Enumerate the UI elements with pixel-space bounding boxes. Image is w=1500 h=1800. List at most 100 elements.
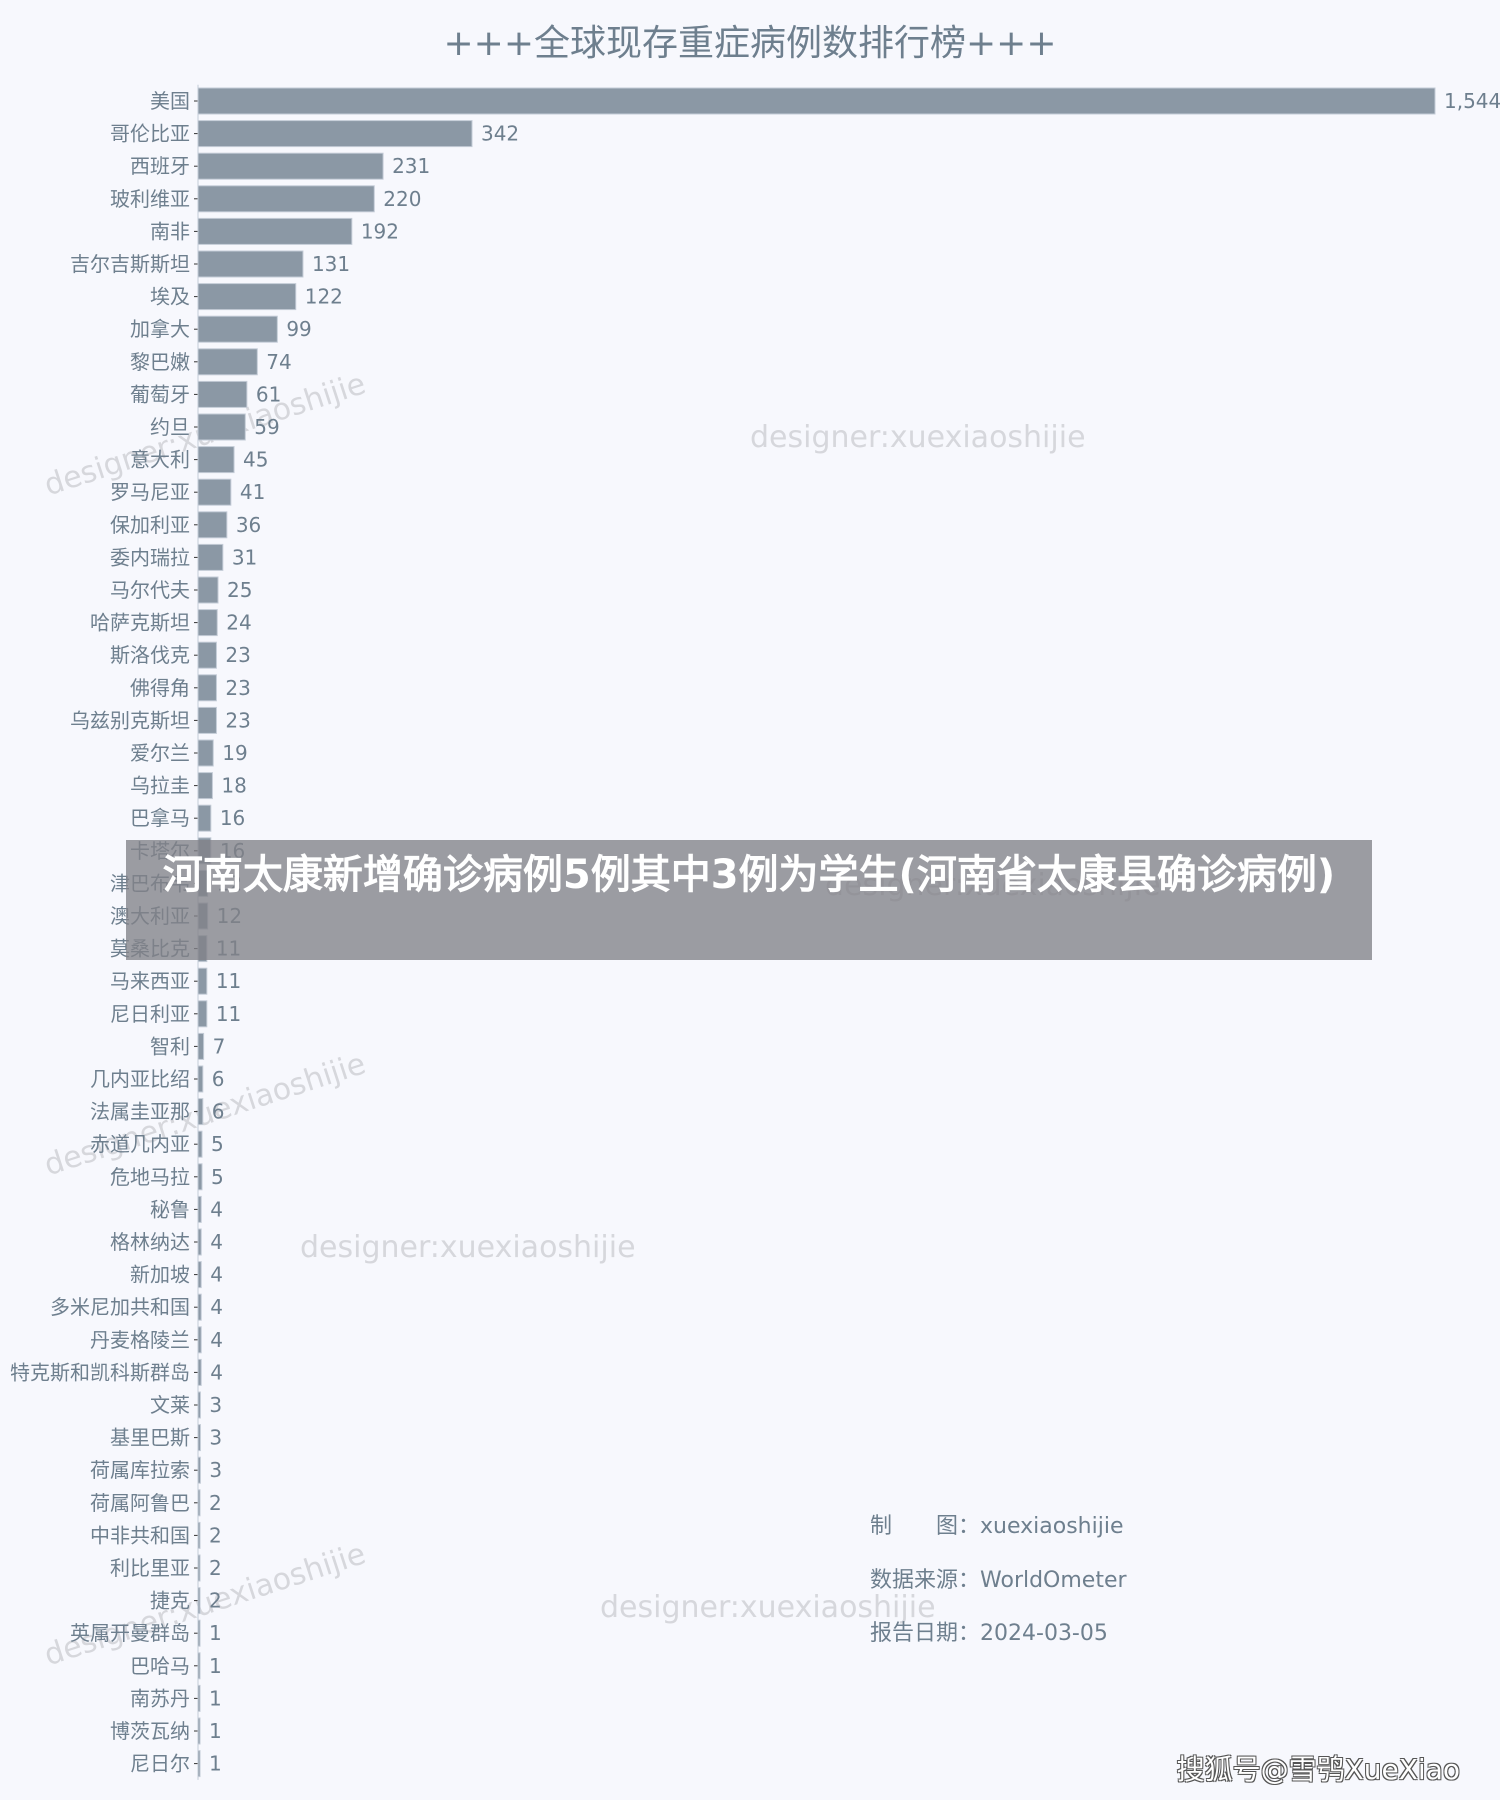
maker-label: 制 图： [870,1514,981,1539]
value-label: 2 [209,1589,222,1613]
category-label: 几内亚比绍 [90,1067,190,1091]
source-label: 数据来源： [870,1568,981,1593]
value-label: 36 [236,513,261,537]
value-label: 5 [211,1132,224,1156]
category-label: 黎巴嫩 [130,350,190,374]
value-label: 6 [212,1100,225,1124]
value-label: 1,544 [1444,89,1500,113]
value-label: 220 [383,187,421,211]
category-label: 乌兹别克斯坦 [70,708,190,732]
bar [197,706,217,734]
value-label: 192 [361,219,399,243]
bar [197,348,258,376]
bar [197,1163,203,1191]
bar [197,87,1436,115]
value-label: 4 [210,1263,223,1287]
category-label: 英属开曼群岛 [70,1621,190,1645]
category-label: 尼日利亚 [110,1002,190,1026]
bar [197,152,384,180]
category-label: 特克斯和凯科斯群岛 [10,1360,190,1384]
bar [197,641,217,669]
value-label: 24 [226,611,251,635]
category-label: 马来西亚 [110,969,190,993]
bar [197,609,218,637]
value-label: 1 [209,1752,222,1776]
category-label: 南非 [150,219,190,243]
value-label: 131 [312,252,350,276]
value-label: 99 [286,317,311,341]
category-label: 葡萄牙 [130,382,190,406]
bar [197,185,375,213]
bar [197,120,473,148]
category-label: 博茨瓦纳 [110,1719,190,1743]
category-label: 哥伦比亚 [110,122,190,146]
date-label: 报告日期： [870,1621,981,1646]
category-label: 吉尔吉斯斯坦 [70,252,190,276]
value-label: 18 [221,774,246,798]
date-value: 2024-03-05 [980,1621,1108,1646]
value-label: 231 [392,154,430,178]
category-label: 委内瑞拉 [110,545,190,569]
bar [197,1000,208,1028]
value-label: 19 [222,741,247,765]
category-label: 哈萨克斯坦 [90,611,190,635]
value-label: 16 [220,806,245,830]
value-label: 2 [209,1556,222,1580]
category-label: 约旦 [150,415,190,439]
bar [197,1065,204,1093]
category-label: 中非共和国 [90,1523,190,1547]
bar [197,739,214,767]
bar [197,217,353,245]
category-label: 佛得角 [130,676,190,700]
value-label: 3 [209,1393,222,1417]
category-label: 赤道几内亚 [90,1132,190,1156]
value-label: 2 [209,1491,222,1515]
headline-text: 河南太康新增确诊病例5例其中3例为学生(河南省太康县确诊病例) [162,852,1336,898]
value-label: 4 [210,1230,223,1254]
category-label: 利比里亚 [110,1556,190,1580]
value-label: 3 [209,1426,222,1450]
value-label: 23 [225,708,250,732]
category-label: 马尔代夫 [110,578,190,602]
category-label: 格林纳达 [110,1230,190,1254]
bar [197,967,208,995]
category-label: 乌拉圭 [130,774,190,798]
category-label: 多米尼加共和国 [50,1295,190,1319]
category-label: 加拿大 [130,317,190,341]
bar [197,1098,204,1126]
category-label: 保加利亚 [110,513,190,537]
value-label: 4 [210,1197,223,1221]
category-label: 埃及 [150,285,190,309]
bar [197,478,232,506]
bar [197,772,213,800]
category-label: 文莱 [150,1393,190,1417]
category-label: 荷属阿鲁巴 [90,1491,190,1515]
value-label: 4 [210,1295,223,1319]
category-label: 美国 [150,89,190,113]
value-label: 4 [210,1328,223,1352]
bar [197,413,246,441]
category-label: 意大利 [130,448,190,472]
category-label: 丹麦格陵兰 [90,1328,190,1352]
bar [197,1130,203,1158]
bar [197,250,304,278]
date-line: 报告日期：2024-03-05 [870,1615,1108,1647]
bar [197,315,278,343]
bar [197,511,228,539]
value-label: 5 [211,1165,224,1189]
bar [197,804,212,832]
value-label: 31 [232,545,257,569]
category-label: 智利 [150,1034,190,1058]
value-label: 1 [209,1686,222,1710]
source-line: 数据来源：WorldOmeter [870,1562,1127,1594]
category-label: 新加坡 [130,1263,190,1287]
value-label: 25 [227,578,252,602]
category-label: 荷属库拉索 [90,1458,190,1482]
headline-banner: 河南太康新增确诊病例5例其中3例为学生(河南省太康县确诊病例) [126,840,1372,960]
value-label: 4 [210,1360,223,1384]
footer-credit: 搜狐号@雪鸮XueXiao [1176,1753,1460,1786]
category-label: 基里巴斯 [110,1426,190,1450]
value-label: 1 [209,1654,222,1678]
bar [197,576,219,604]
category-label: 南苏丹 [130,1686,190,1710]
